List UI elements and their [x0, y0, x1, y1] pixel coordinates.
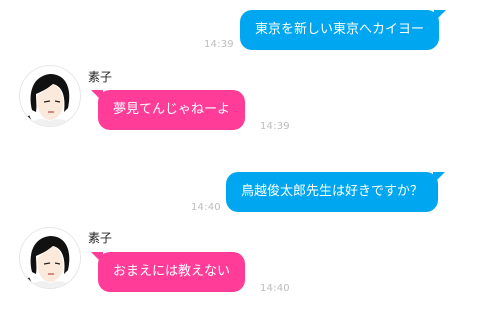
avatar-icon	[20, 66, 80, 126]
outgoing-message-bubble[interactable]: 鳥越俊太郎先生は好きですか？	[226, 172, 446, 212]
message-timestamp: 14:40	[260, 283, 290, 294]
message-timestamp: 14:40	[191, 202, 221, 213]
incoming-message-bubble[interactable]: おまえには教えない	[90, 252, 246, 292]
sender-name: 素子	[88, 231, 113, 245]
message-text: 夢見てんじゃねーよ	[113, 102, 231, 117]
message-text: おまえには教えない	[113, 264, 231, 279]
chat-thread: 東京を新しい東京へカイヨー 14:39 素子 夢見てんじゃねーよ 14:39 鳥…	[0, 0, 484, 322]
sender-name: 素子	[88, 70, 113, 84]
message-timestamp: 14:39	[260, 121, 290, 132]
avatar-icon	[20, 228, 80, 288]
message-timestamp: 14:39	[204, 39, 234, 50]
message-text: 鳥越俊太郎先生は好きですか？	[241, 184, 424, 199]
avatar[interactable]	[20, 228, 80, 288]
message-text: 東京を新しい東京へカイヨー	[255, 22, 425, 37]
avatar[interactable]	[20, 66, 80, 126]
outgoing-message-bubble[interactable]: 東京を新しい東京へカイヨー	[240, 10, 447, 50]
incoming-message-bubble[interactable]: 夢見てんじゃねーよ	[90, 90, 246, 130]
